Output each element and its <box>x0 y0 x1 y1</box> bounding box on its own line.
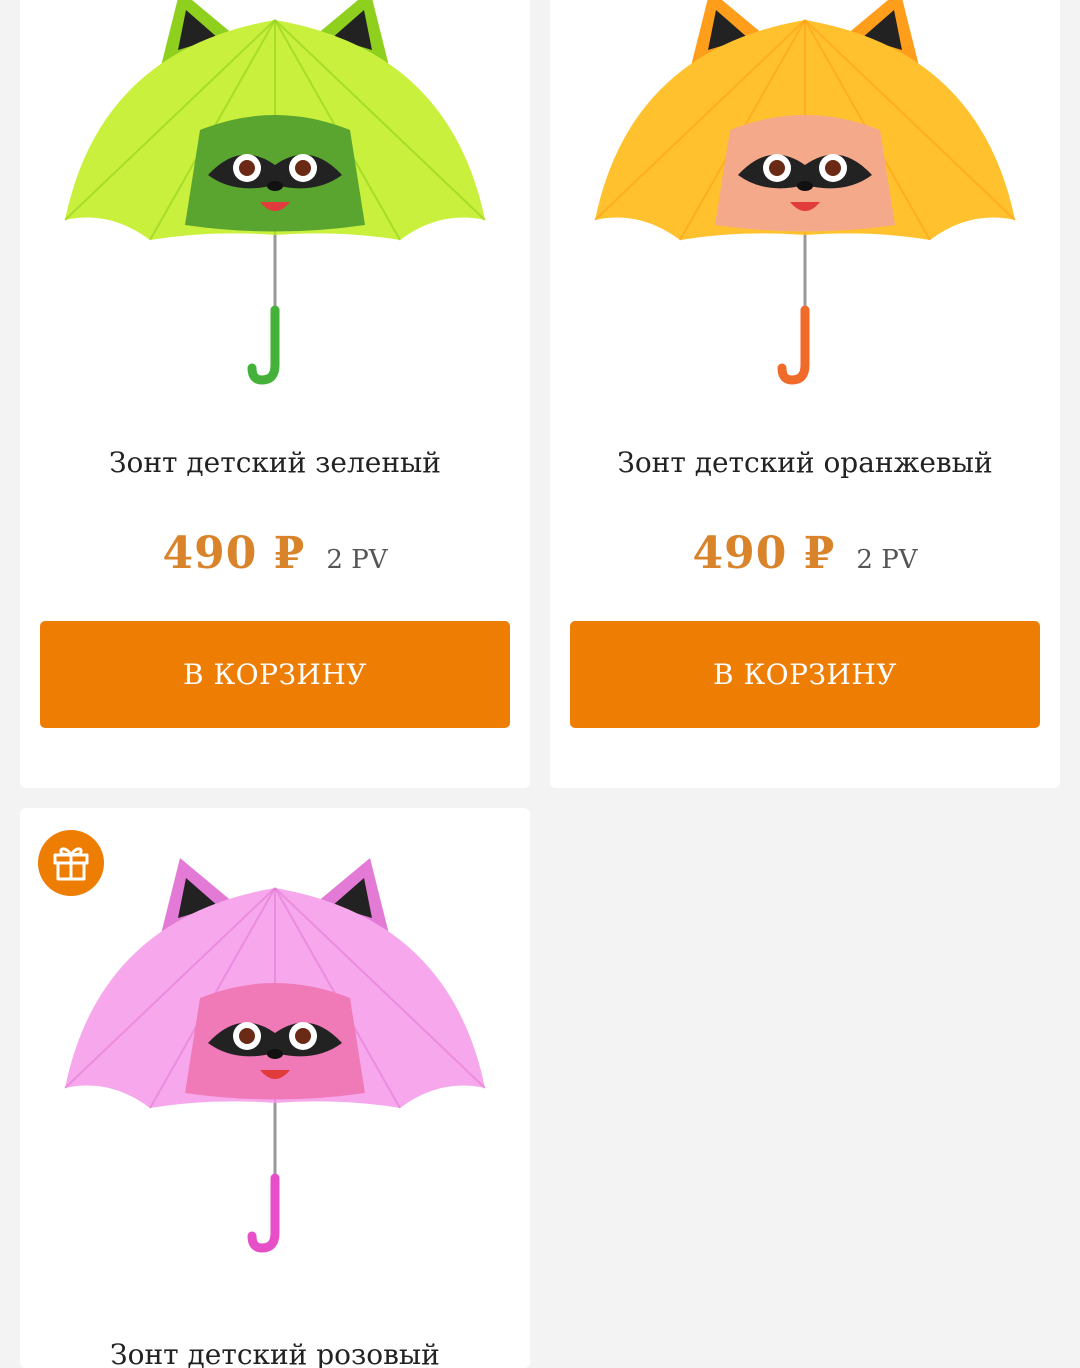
raccoon-pupil <box>769 160 785 176</box>
product-image[interactable] <box>570 0 1040 410</box>
raccoon-pupil <box>295 160 311 176</box>
umbrella-illustration <box>64 0 486 385</box>
product-card[interactable]: Зонт детский розовый <box>20 808 530 1368</box>
raccoon-pupil <box>295 1028 311 1044</box>
product-price: 490 ₽ <box>162 528 306 579</box>
raccoon-pupil <box>825 160 841 176</box>
product-card[interactable]: Зонт детский зеленый 490 ₽ 2 PV В КОРЗИН… <box>20 0 530 788</box>
product-title[interactable]: Зонт детский оранжевый <box>550 446 1060 479</box>
product-pv: 2 PV <box>326 545 388 575</box>
product-price: 490 ₽ <box>692 528 836 579</box>
product-image[interactable] <box>40 848 510 1278</box>
product-title[interactable]: Зонт детский зеленый <box>20 446 530 479</box>
price-row: 490 ₽ 2 PV <box>550 528 1060 579</box>
product-pv: 2 PV <box>856 545 918 575</box>
raccoon-nose <box>267 1049 283 1059</box>
raccoon-pupil <box>239 160 255 176</box>
add-to-cart-button[interactable]: В КОРЗИНУ <box>40 621 510 728</box>
raccoon-nose <box>267 181 283 191</box>
raccoon-nose <box>797 181 813 191</box>
raccoon-pupil <box>239 1028 255 1044</box>
product-title[interactable]: Зонт детский розовый <box>20 1338 530 1368</box>
umbrella-illustration <box>594 0 1016 385</box>
price-row: 490 ₽ 2 PV <box>20 528 530 579</box>
product-image[interactable] <box>40 0 510 410</box>
umbrella-illustration <box>64 858 486 1253</box>
umbrella-handle <box>247 1173 280 1253</box>
product-card[interactable]: Зонт детский оранжевый 490 ₽ 2 PV В КОРЗ… <box>550 0 1060 788</box>
umbrella-handle <box>247 305 280 385</box>
umbrella-handle <box>777 305 810 385</box>
add-to-cart-button[interactable]: В КОРЗИНУ <box>570 621 1040 728</box>
